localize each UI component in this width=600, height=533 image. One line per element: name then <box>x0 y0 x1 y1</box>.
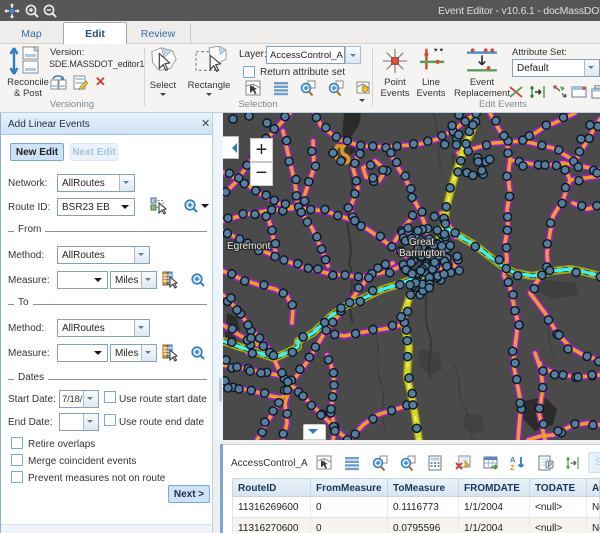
svg-text:Barrington: Barrington <box>399 248 445 259</box>
svg-text:P: P <box>548 462 552 469</box>
svg-text:Egremont: Egremont <box>227 241 271 252</box>
svg-text:Great: Great <box>409 237 434 248</box>
svg-text:Z: Z <box>510 463 515 471</box>
